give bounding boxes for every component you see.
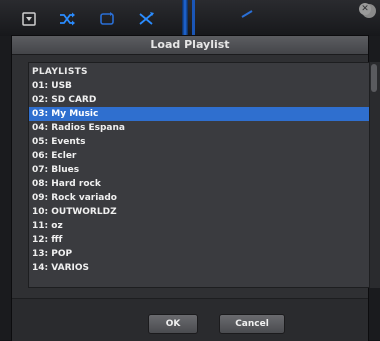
level-meter [182,0,188,36]
playlist-item[interactable]: 14: VARIOS [29,261,369,275]
cancel-button[interactable]: Cancel [219,314,285,334]
shuffle-icon[interactable] [58,11,76,27]
playlist-item[interactable]: 11: oz [29,219,369,233]
close-icon[interactable]: ✕ [359,3,371,15]
arrow-icon [240,4,256,18]
playlist-item[interactable]: 03: My Music [29,107,369,121]
repeat-icon[interactable] [98,11,116,27]
playlist-rows: 01: USB 02: SD CARD 03: My Music 04: Radios… [29,79,369,275]
playlist-item[interactable]: 13: POP [29,247,369,261]
playlist-listbox: PLAYLISTS 01: USB 02: SD CARD 03: My Music… [28,62,380,288]
playlist-list[interactable]: PLAYLISTS 01: USB 02: SD CARD 03: My Music… [28,62,370,288]
scrollbar-thumb[interactable] [371,64,377,92]
dropdown-box-icon[interactable] [22,12,36,26]
playlist-item[interactable]: 06: Ecler [29,149,369,163]
player-controls [22,8,172,30]
ok-button[interactable]: OK [148,314,198,334]
playlist-item[interactable]: 12: fff [29,233,369,247]
playlist-item[interactable]: 04: Radios Espana [29,121,369,135]
playlist-item[interactable]: 02: SD CARD [29,93,369,107]
playlist-item[interactable]: 08: Hard rock [29,177,369,191]
playlist-item[interactable]: 09: Rock variado [29,191,369,205]
level-meter-secondary [192,0,195,36]
top-toolbar [0,0,380,36]
crossfade-icon[interactable] [138,11,156,27]
playlist-item[interactable]: 10: OUTWORLDZ [29,205,369,219]
load-playlist-dialog: Load Playlist PLAYLISTS 01: USB 02: SD CA… [12,36,380,341]
left-panel [0,36,12,340]
list-header: PLAYLISTS [32,67,88,77]
playlist-item[interactable]: 05: Events [29,135,369,149]
playlist-item[interactable]: 01: USB [29,79,369,93]
dialog-title: Load Playlist [150,38,230,51]
scrollbar[interactable] [370,62,380,288]
playlist-item[interactable]: 07: Blues [29,163,369,177]
dialog-titlebar: Load Playlist [12,36,368,55]
